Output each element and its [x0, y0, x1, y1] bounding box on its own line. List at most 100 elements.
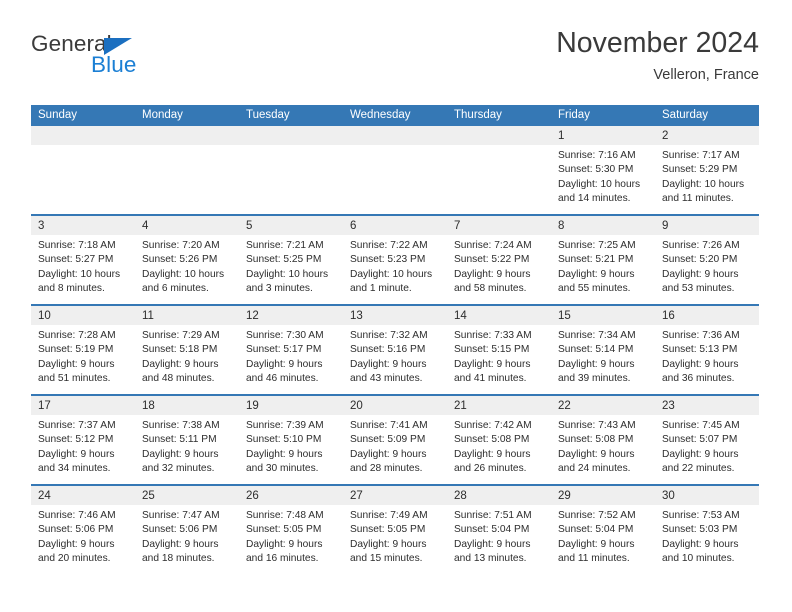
day-cell[interactable]: 19 Sunrise: 7:39 AM Sunset: 5:10 PM Dayligh… — [239, 396, 343, 484]
day-cell[interactable]: 23 Sunrise: 7:45 AM Sunset: 5:07 PM Dayligh… — [655, 396, 759, 484]
day-details: Sunrise: 7:48 AM Sunset: 5:05 PM Daylight:… — [239, 505, 343, 567]
daylight-text: Daylight: 9 hours — [662, 448, 739, 460]
sunrise-text: Sunrise: 7:30 AM — [246, 330, 324, 341]
daylight-text-cont: and 3 minutes. — [246, 283, 313, 295]
sunrise-text: Sunrise: 7:41 AM — [350, 420, 428, 431]
day-details — [447, 145, 551, 149]
day-cell[interactable]: 10 Sunrise: 7:28 AM Sunset: 5:19 PM Dayligh… — [31, 306, 135, 394]
sunrise-text: Sunrise: 7:22 AM — [350, 240, 428, 251]
sunrise-text: Sunrise: 7:24 AM — [454, 240, 532, 251]
daylight-text-cont: and 43 minutes. — [350, 373, 423, 385]
daylight-text: Daylight: 9 hours — [558, 538, 635, 550]
sunrise-text: Sunrise: 7:29 AM — [142, 330, 220, 341]
sunrise-text: Sunrise: 7:16 AM — [558, 150, 636, 161]
sunrise-text: Sunrise: 7:26 AM — [662, 240, 740, 251]
day-number: 12 — [239, 306, 343, 325]
day-details: Sunrise: 7:53 AM Sunset: 5:03 PM Daylight:… — [655, 505, 759, 567]
day-cell[interactable]: 20 Sunrise: 7:41 AM Sunset: 5:09 PM Dayligh… — [343, 396, 447, 484]
day-details: Sunrise: 7:41 AM Sunset: 5:09 PM Daylight:… — [343, 415, 447, 477]
sunrise-text: Sunrise: 7:52 AM — [558, 510, 636, 521]
day-cell[interactable]: 15 Sunrise: 7:34 AM Sunset: 5:14 PM Dayligh… — [551, 306, 655, 394]
day-details — [239, 145, 343, 149]
day-cell[interactable]: 24 Sunrise: 7:46 AM Sunset: 5:06 PM Dayligh… — [31, 486, 135, 574]
day-details: Sunrise: 7:42 AM Sunset: 5:08 PM Daylight:… — [447, 415, 551, 477]
day-details: Sunrise: 7:33 AM Sunset: 5:15 PM Daylight:… — [447, 325, 551, 387]
day-details: Sunrise: 7:36 AM Sunset: 5:13 PM Daylight:… — [655, 325, 759, 387]
day-cell[interactable]: 3 Sunrise: 7:18 AM Sunset: 5:27 PM Daylight… — [31, 216, 135, 304]
day-details: Sunrise: 7:39 AM Sunset: 5:10 PM Daylight:… — [239, 415, 343, 477]
sunset-text: Sunset: 5:27 PM — [38, 254, 114, 266]
day-number: 15 — [551, 306, 655, 325]
day-details: Sunrise: 7:46 AM Sunset: 5:06 PM Daylight:… — [31, 505, 135, 567]
day-cell[interactable]: 13 Sunrise: 7:32 AM Sunset: 5:16 PM Dayligh… — [343, 306, 447, 394]
daylight-text: Daylight: 10 hours — [38, 268, 121, 280]
sunset-text: Sunset: 5:08 PM — [454, 434, 530, 446]
day-number: 22 — [551, 396, 655, 415]
sunset-text: Sunset: 5:19 PM — [38, 344, 114, 356]
daylight-text-cont: and 16 minutes. — [246, 553, 319, 565]
daylight-text-cont: and 30 minutes. — [246, 463, 319, 475]
day-cell[interactable]: 17 Sunrise: 7:37 AM Sunset: 5:12 PM Dayligh… — [31, 396, 135, 484]
sunrise-text: Sunrise: 7:49 AM — [350, 510, 428, 521]
day-cell-empty — [135, 126, 239, 214]
weekday-monday: Monday — [142, 109, 183, 121]
daylight-text: Daylight: 9 hours — [558, 268, 635, 280]
day-cell[interactable]: 21 Sunrise: 7:42 AM Sunset: 5:08 PM Dayligh… — [447, 396, 551, 484]
day-number: 9 — [655, 216, 759, 235]
daylight-text-cont: and 53 minutes. — [662, 283, 735, 295]
daylight-text-cont: and 20 minutes. — [38, 553, 111, 565]
sunset-text: Sunset: 5:29 PM — [662, 164, 738, 176]
daylight-text-cont: and 10 minutes. — [662, 553, 735, 565]
day-cell-empty — [239, 126, 343, 214]
sunrise-text: Sunrise: 7:36 AM — [662, 330, 740, 341]
daylight-text-cont: and 34 minutes. — [38, 463, 111, 475]
day-details: Sunrise: 7:49 AM Sunset: 5:05 PM Daylight:… — [343, 505, 447, 567]
day-details: Sunrise: 7:18 AM Sunset: 5:27 PM Daylight:… — [31, 235, 135, 297]
sunset-text: Sunset: 5:26 PM — [142, 254, 218, 266]
day-number: 29 — [551, 486, 655, 505]
sunrise-text: Sunrise: 7:46 AM — [38, 510, 116, 521]
sunset-text: Sunset: 5:05 PM — [350, 524, 426, 536]
sunset-text: Sunset: 5:07 PM — [662, 434, 738, 446]
weekday-tuesday: Tuesday — [246, 109, 290, 121]
day-cell[interactable]: 1 Sunrise: 7:16 AM Sunset: 5:30 PM Daylight… — [551, 126, 655, 214]
day-cell[interactable]: 6 Sunrise: 7:22 AM Sunset: 5:23 PM Daylight… — [343, 216, 447, 304]
daylight-text: Daylight: 9 hours — [246, 448, 323, 460]
day-details: Sunrise: 7:51 AM Sunset: 5:04 PM Daylight:… — [447, 505, 551, 567]
day-cell[interactable]: 18 Sunrise: 7:38 AM Sunset: 5:11 PM Dayligh… — [135, 396, 239, 484]
day-cell[interactable]: 8 Sunrise: 7:25 AM Sunset: 5:21 PM Daylight… — [551, 216, 655, 304]
day-cell[interactable]: 27 Sunrise: 7:49 AM Sunset: 5:05 PM Dayligh… — [343, 486, 447, 574]
title-block: November 2024 Velleron, France — [556, 26, 759, 84]
daylight-text: Daylight: 9 hours — [38, 448, 115, 460]
day-cell[interactable]: 9 Sunrise: 7:26 AM Sunset: 5:20 PM Daylight… — [655, 216, 759, 304]
day-cell[interactable]: 7 Sunrise: 7:24 AM Sunset: 5:22 PM Daylight… — [447, 216, 551, 304]
daylight-text-cont: and 46 minutes. — [246, 373, 319, 385]
day-cell[interactable]: 2 Sunrise: 7:17 AM Sunset: 5:29 PM Daylight… — [655, 126, 759, 214]
daylight-text-cont: and 28 minutes. — [350, 463, 423, 475]
day-cell[interactable]: 30 Sunrise: 7:53 AM Sunset: 5:03 PM Dayligh… — [655, 486, 759, 574]
day-details: Sunrise: 7:17 AM Sunset: 5:29 PM Daylight:… — [655, 145, 759, 207]
day-number: 21 — [447, 396, 551, 415]
day-cell[interactable]: 28 Sunrise: 7:51 AM Sunset: 5:04 PM Dayligh… — [447, 486, 551, 574]
day-cell[interactable]: 12 Sunrise: 7:30 AM Sunset: 5:17 PM Dayligh… — [239, 306, 343, 394]
sunrise-text: Sunrise: 7:38 AM — [142, 420, 220, 431]
day-number — [135, 126, 239, 145]
sunset-text: Sunset: 5:06 PM — [142, 524, 218, 536]
sunset-text: Sunset: 5:10 PM — [246, 434, 322, 446]
weekday-wednesday: Wednesday — [350, 109, 411, 121]
day-number: 3 — [31, 216, 135, 235]
day-cell[interactable]: 14 Sunrise: 7:33 AM Sunset: 5:15 PM Dayligh… — [447, 306, 551, 394]
day-cell[interactable]: 29 Sunrise: 7:52 AM Sunset: 5:04 PM Dayligh… — [551, 486, 655, 574]
brand-logo[interactable]: General Blue — [31, 31, 261, 91]
day-cell[interactable]: 4 Sunrise: 7:20 AM Sunset: 5:26 PM Daylight… — [135, 216, 239, 304]
day-cell[interactable]: 25 Sunrise: 7:47 AM Sunset: 5:06 PM Dayligh… — [135, 486, 239, 574]
day-cell[interactable]: 16 Sunrise: 7:36 AM Sunset: 5:13 PM Dayligh… — [655, 306, 759, 394]
daylight-text: Daylight: 9 hours — [142, 448, 219, 460]
day-cell[interactable]: 26 Sunrise: 7:48 AM Sunset: 5:05 PM Dayligh… — [239, 486, 343, 574]
daylight-text-cont: and 32 minutes. — [142, 463, 215, 475]
day-cell[interactable]: 11 Sunrise: 7:29 AM Sunset: 5:18 PM Dayligh… — [135, 306, 239, 394]
day-cell[interactable]: 22 Sunrise: 7:43 AM Sunset: 5:08 PM Dayligh… — [551, 396, 655, 484]
day-number: 30 — [655, 486, 759, 505]
day-cell[interactable]: 5 Sunrise: 7:21 AM Sunset: 5:25 PM Daylight… — [239, 216, 343, 304]
day-details — [31, 145, 135, 149]
